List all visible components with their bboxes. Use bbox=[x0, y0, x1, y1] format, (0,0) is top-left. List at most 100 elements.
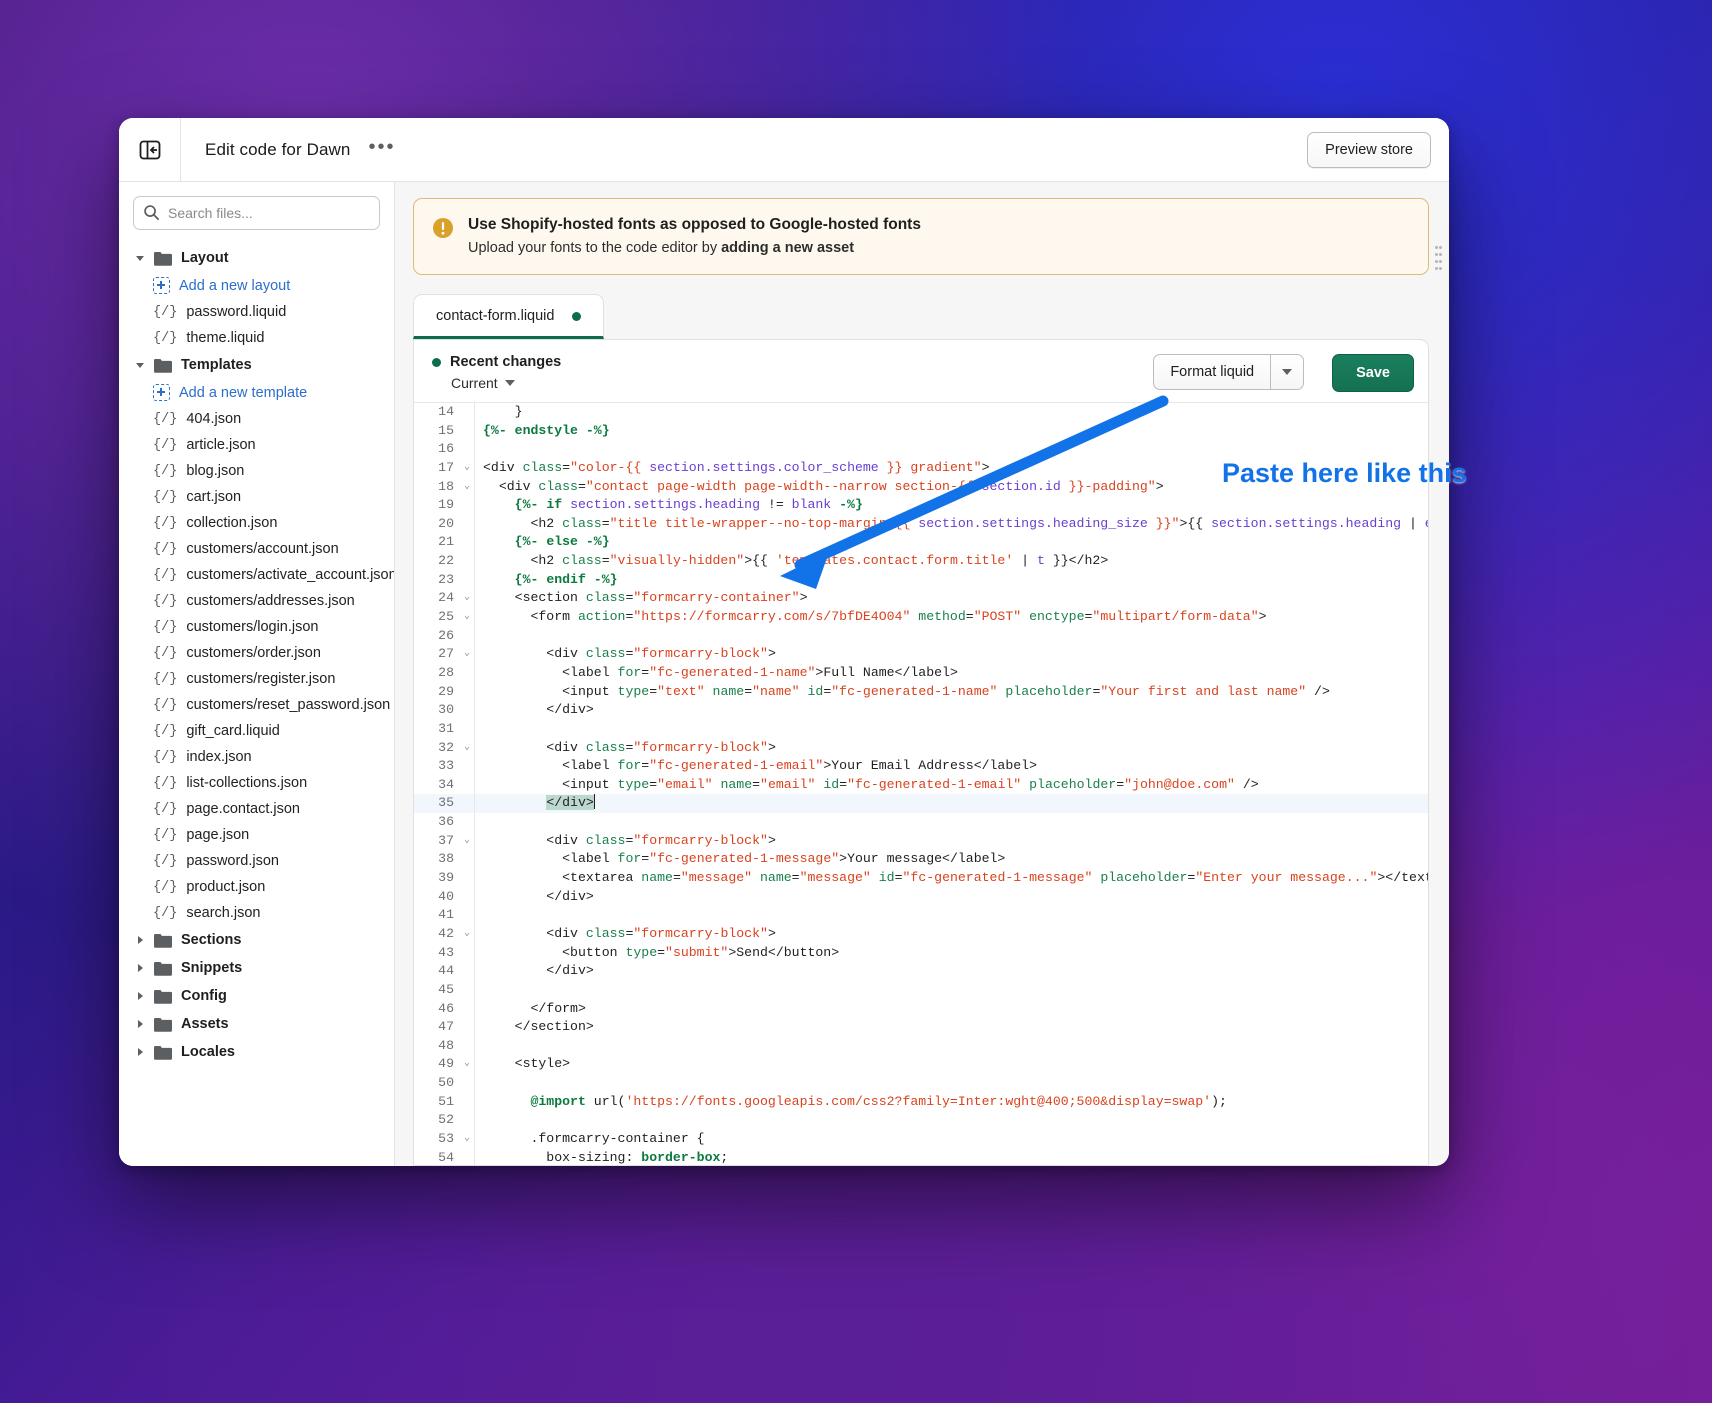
file-item[interactable]: {/}page.contact.json bbox=[133, 796, 380, 822]
code-line[interactable]: 15{%- endstyle -%} bbox=[414, 422, 1428, 441]
version-selector[interactable]: Current bbox=[451, 375, 1139, 391]
format-liquid-button[interactable]: Format liquid bbox=[1153, 354, 1270, 390]
code-line[interactable]: 28 <label for="fc-generated-1-name">Full… bbox=[414, 664, 1428, 683]
file-item[interactable]: {/}404.json bbox=[133, 406, 380, 432]
fold-toggle-icon[interactable]: ⌄ bbox=[460, 1130, 474, 1149]
code-line[interactable]: 23 {%- endif -%} bbox=[414, 571, 1428, 590]
folder-assets[interactable]: Assets bbox=[133, 1010, 380, 1038]
file-item[interactable]: {/}gift_card.liquid bbox=[133, 718, 380, 744]
folder-layout[interactable]: Layout bbox=[133, 244, 380, 272]
resize-grip[interactable] bbox=[1435, 246, 1441, 272]
add-new-item-link[interactable]: Add a new layout bbox=[133, 272, 380, 299]
file-item[interactable]: {/}customers/account.json bbox=[133, 536, 380, 562]
search-input[interactable] bbox=[133, 196, 380, 230]
code-line[interactable]: 45 bbox=[414, 981, 1428, 1000]
folder-templates[interactable]: Templates bbox=[133, 351, 380, 379]
code-token: </div> bbox=[483, 889, 594, 904]
code-line[interactable]: 22 <h2 class="visually-hidden">{{ 'templ… bbox=[414, 552, 1428, 571]
code-line[interactable]: 36 bbox=[414, 813, 1428, 832]
fold-toggle-icon[interactable]: ⌄ bbox=[460, 739, 474, 758]
back-button[interactable] bbox=[119, 118, 181, 182]
code-line[interactable]: 47 </section> bbox=[414, 1018, 1428, 1037]
file-item[interactable]: {/}customers/order.json bbox=[133, 640, 380, 666]
code-line[interactable]: 32⌄ <div class="formcarry-block"> bbox=[414, 739, 1428, 758]
code-line[interactable]: 46 </form> bbox=[414, 1000, 1428, 1019]
code-line[interactable]: 38 <label for="fc-generated-1-message">Y… bbox=[414, 850, 1428, 869]
code-line[interactable]: 24⌄ <section class="formcarry-container"… bbox=[414, 589, 1428, 608]
file-item[interactable]: {/}collection.json bbox=[133, 510, 380, 536]
code-line[interactable]: 18⌄ <div class="contact page-width page-… bbox=[414, 478, 1428, 497]
file-item[interactable]: {/}password.liquid bbox=[133, 299, 380, 325]
code-line[interactable]: 29 <input type="text" name="name" id="fc… bbox=[414, 683, 1428, 702]
file-item[interactable]: {/}index.json bbox=[133, 744, 380, 770]
folder-locales[interactable]: Locales bbox=[133, 1038, 380, 1066]
code-line[interactable]: 21 {%- else -%} bbox=[414, 533, 1428, 552]
code-line[interactable]: 43 <button type="submit">Send</button> bbox=[414, 944, 1428, 963]
code-line[interactable]: 34 <input type="email" name="email" id="… bbox=[414, 776, 1428, 795]
file-item[interactable]: {/}customers/register.json bbox=[133, 666, 380, 692]
code-line[interactable]: 54 box-sizing: border-box; bbox=[414, 1149, 1428, 1165]
fold-toggle-icon[interactable]: ⌄ bbox=[460, 645, 474, 664]
code-line[interactable]: 41 bbox=[414, 906, 1428, 925]
line-number: 41 bbox=[414, 906, 460, 925]
fold-toggle-icon[interactable]: ⌄ bbox=[460, 925, 474, 944]
file-item[interactable]: {/}customers/activate_account.json bbox=[133, 562, 380, 588]
file-item[interactable]: {/}search.json bbox=[133, 900, 380, 926]
fold-toggle-icon[interactable]: ⌄ bbox=[460, 459, 474, 478]
code-line[interactable]: 35 </div> bbox=[414, 794, 1428, 813]
file-item[interactable]: {/}product.json bbox=[133, 874, 380, 900]
fold-toggle-icon[interactable]: ⌄ bbox=[460, 1055, 474, 1074]
code-line[interactable]: 17⌄<div class="color-{{ section.settings… bbox=[414, 459, 1428, 478]
file-item[interactable]: {/}blog.json bbox=[133, 458, 380, 484]
preview-store-button[interactable]: Preview store bbox=[1307, 132, 1431, 168]
code-line[interactable]: 50 bbox=[414, 1074, 1428, 1093]
code-line[interactable]: 49⌄ <style> bbox=[414, 1055, 1428, 1074]
format-options-button[interactable] bbox=[1270, 354, 1304, 390]
fold-toggle-icon[interactable]: ⌄ bbox=[460, 608, 474, 627]
fold-toggle-icon[interactable]: ⌄ bbox=[460, 589, 474, 608]
code-editor[interactable]: 14 }15{%- endstyle -%}1617⌄<div class="c… bbox=[414, 402, 1428, 1165]
folder-snippets[interactable]: Snippets bbox=[133, 954, 380, 982]
code-line[interactable]: 51 @import url('https://fonts.googleapis… bbox=[414, 1093, 1428, 1112]
code-line[interactable]: 52 bbox=[414, 1111, 1428, 1130]
folder-sections[interactable]: Sections bbox=[133, 926, 380, 954]
file-item[interactable]: {/}theme.liquid bbox=[133, 325, 380, 351]
folder-config[interactable]: Config bbox=[133, 982, 380, 1010]
fold-toggle-icon[interactable]: ⌄ bbox=[460, 832, 474, 851]
code-line[interactable]: 39 <textarea name="message" name="messag… bbox=[414, 869, 1428, 888]
code-line[interactable]: 48 bbox=[414, 1037, 1428, 1056]
code-line[interactable]: 37⌄ <div class="formcarry-block"> bbox=[414, 832, 1428, 851]
code-line[interactable]: 44 </div> bbox=[414, 962, 1428, 981]
code-line[interactable]: 19 {%- if section.settings.heading != bl… bbox=[414, 496, 1428, 515]
file-item[interactable]: {/}page.json bbox=[133, 822, 380, 848]
code-line[interactable]: 27⌄ <div class="formcarry-block"> bbox=[414, 645, 1428, 664]
code-token: "Your first and last name" bbox=[1100, 684, 1306, 699]
code-token: > bbox=[768, 833, 776, 848]
code-line[interactable]: 16 bbox=[414, 440, 1428, 459]
file-item[interactable]: {/}customers/login.json bbox=[133, 614, 380, 640]
more-actions-button[interactable]: ••• bbox=[368, 142, 395, 158]
code-line[interactable]: 42⌄ <div class="formcarry-block"> bbox=[414, 925, 1428, 944]
code-line[interactable]: 30 </div> bbox=[414, 701, 1428, 720]
file-item[interactable]: {/}cart.json bbox=[133, 484, 380, 510]
add-new-item-link[interactable]: Add a new template bbox=[133, 379, 380, 406]
code-line[interactable]: 31 bbox=[414, 720, 1428, 739]
code-line[interactable]: 40 </div> bbox=[414, 888, 1428, 907]
file-item[interactable]: {/}customers/addresses.json bbox=[133, 588, 380, 614]
add-new-asset-link[interactable]: adding a new asset bbox=[721, 240, 854, 256]
fold-toggle-icon[interactable]: ⌄ bbox=[460, 478, 474, 497]
file-item[interactable]: {/}list-collections.json bbox=[133, 770, 380, 796]
file-item[interactable]: {/}article.json bbox=[133, 432, 380, 458]
code-line[interactable]: 14 } bbox=[414, 403, 1428, 422]
code-line[interactable]: 53⌄ .formcarry-container { bbox=[414, 1130, 1428, 1149]
code-token: "fc-generated-1-email" bbox=[847, 777, 1021, 792]
code-line[interactable]: 20 <h2 class="title title-wrapper--no-to… bbox=[414, 515, 1428, 534]
save-button[interactable]: Save bbox=[1332, 354, 1414, 392]
code-line[interactable]: 25⌄ <form action="https://formcarry.com/… bbox=[414, 608, 1428, 627]
code-line[interactable]: 33 <label for="fc-generated-1-email">You… bbox=[414, 757, 1428, 776]
file-item[interactable]: {/}password.json bbox=[133, 848, 380, 874]
file-item[interactable]: {/}customers/reset_password.json bbox=[133, 692, 380, 718]
code-line[interactable]: 26 bbox=[414, 627, 1428, 646]
gutter-divider bbox=[474, 925, 475, 944]
tab-contact-form-liquid[interactable]: contact-form.liquid bbox=[413, 294, 604, 339]
